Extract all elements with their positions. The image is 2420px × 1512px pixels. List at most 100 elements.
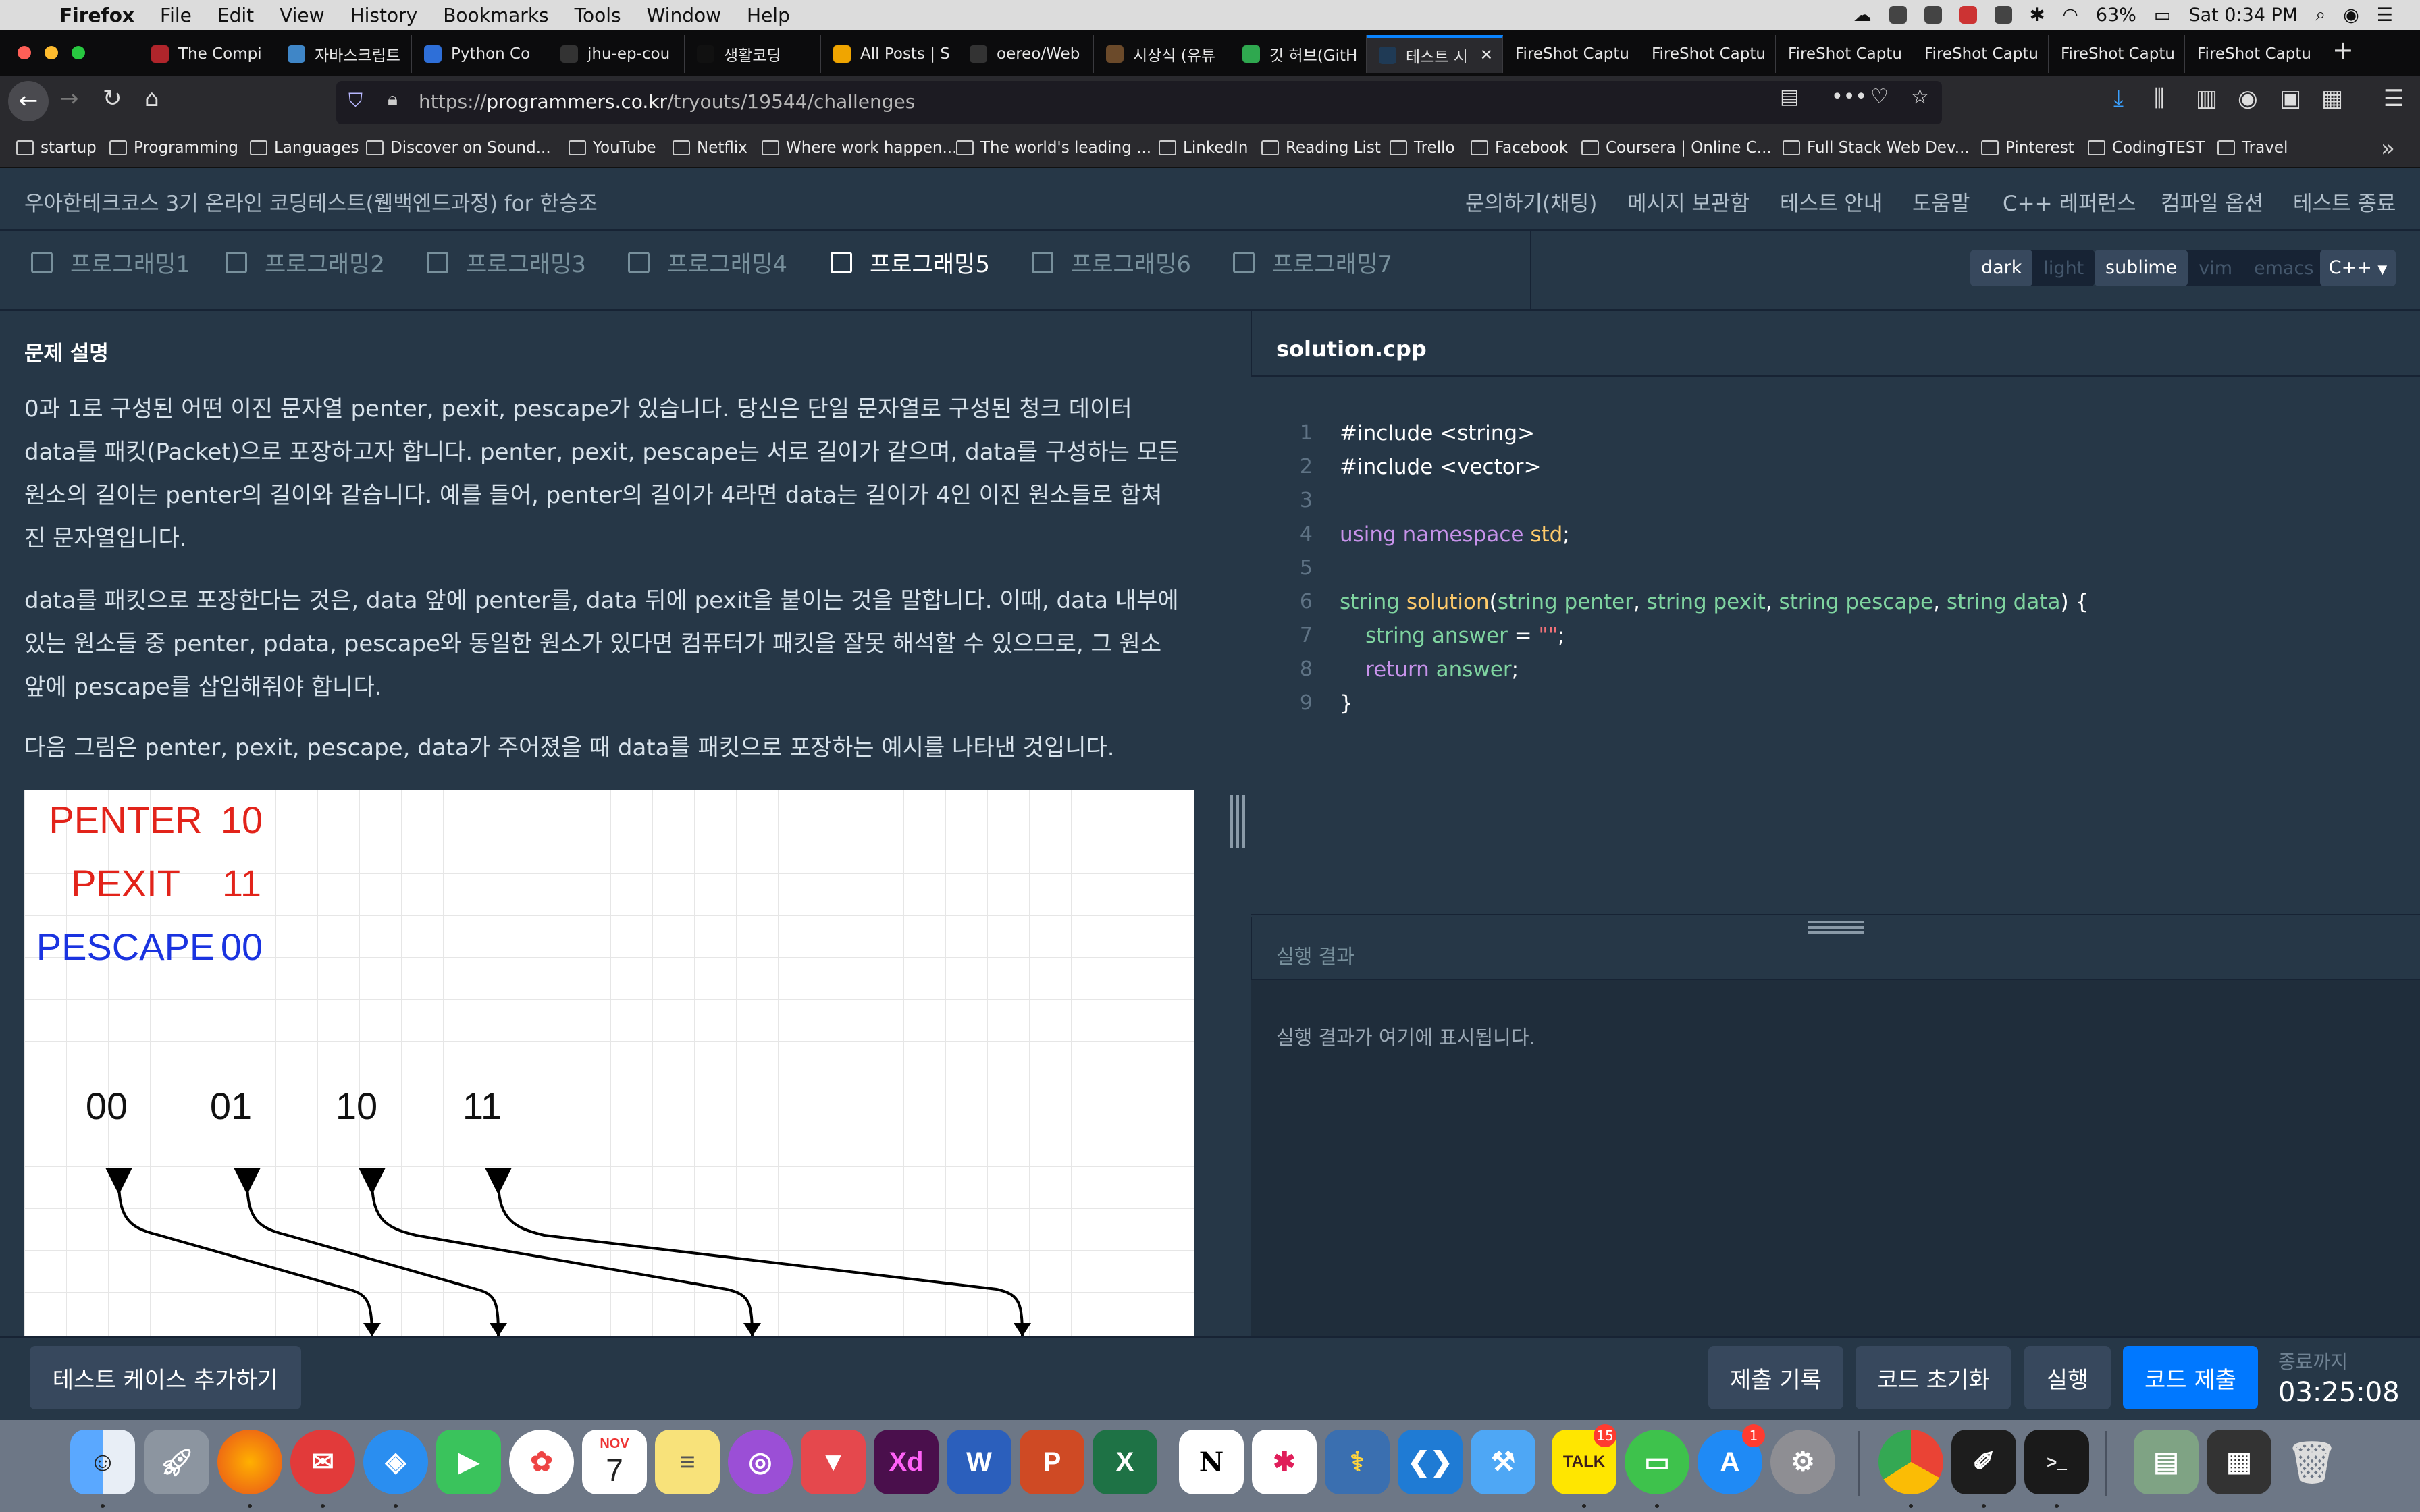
tab-problem-3[interactable]: 프로그래밍3 bbox=[427, 246, 586, 279]
page-actions-icon[interactable]: ••• bbox=[1831, 85, 1867, 109]
window-close-icon[interactable] bbox=[18, 46, 31, 59]
wifi-icon[interactable]: ◠ bbox=[2062, 5, 2078, 26]
header-link-compile-options[interactable]: 컴파일 옵션 bbox=[2161, 186, 2263, 217]
battery-percent[interactable]: 63% bbox=[2096, 5, 2136, 26]
home-button[interactable]: ⌂ bbox=[144, 85, 159, 112]
battery-icon[interactable]: ▭ bbox=[2154, 5, 2172, 26]
forward-button[interactable]: → bbox=[59, 85, 79, 112]
tab-problem-1[interactable]: 프로그래밍1 bbox=[31, 246, 190, 279]
menu-help[interactable]: Help bbox=[747, 4, 790, 26]
submission-history-button[interactable]: 제출 기록 bbox=[1708, 1346, 1843, 1409]
menu-bookmarks[interactable]: Bookmarks bbox=[443, 4, 548, 26]
status-icon[interactable]: ☁ bbox=[1853, 5, 1872, 26]
browser-tab[interactable]: The Compi bbox=[139, 35, 275, 73]
control-center-icon[interactable]: ☰ bbox=[2377, 5, 2393, 26]
bookmark-item[interactable]: LinkedIn bbox=[1159, 139, 1248, 157]
extension-icon[interactable]: ▣ bbox=[2280, 85, 2301, 112]
bookmark-item[interactable]: Discover on Sound... bbox=[366, 139, 551, 157]
vscode-icon[interactable]: ❮❯ bbox=[1398, 1430, 1463, 1494]
terminal-icon[interactable]: >_ bbox=[2024, 1430, 2089, 1494]
recent-stack-icon[interactable]: ▦ bbox=[2207, 1430, 2271, 1494]
browser-tab[interactable]: FireShot Captu bbox=[2185, 35, 2321, 73]
pane-resize-handle[interactable] bbox=[1230, 795, 1245, 848]
browser-tab[interactable]: oereo/Web bbox=[957, 35, 1094, 73]
chrome-icon[interactable] bbox=[1878, 1430, 1943, 1494]
browser-tab[interactable]: 자바스크립트 bbox=[275, 35, 412, 73]
browser-tab[interactable]: 생활코딩 bbox=[685, 35, 821, 73]
reset-code-button[interactable]: 코드 초기화 bbox=[1856, 1346, 2011, 1409]
menu-view[interactable]: View bbox=[280, 4, 324, 26]
bookmarks-overflow-icon[interactable]: » bbox=[2381, 135, 2395, 162]
keymap-vim-option[interactable]: vim bbox=[2188, 258, 2243, 279]
browser-tab-active[interactable]: 테스트 시 ✕ bbox=[1367, 35, 1503, 73]
clock[interactable]: Sat 0:34 PM bbox=[2188, 5, 2298, 26]
trash-icon[interactable]: 🗑︎ bbox=[2280, 1430, 2344, 1494]
bookmark-item[interactable]: Coursera | Online C... bbox=[1581, 139, 1772, 157]
browser-tab[interactable]: FireShot Captu bbox=[1503, 35, 1639, 73]
xcode-icon[interactable]: ⚒ bbox=[1471, 1430, 1535, 1494]
bookmark-item[interactable]: Pinterest bbox=[1981, 139, 2074, 157]
slack-icon[interactable]: ✱ bbox=[1252, 1430, 1317, 1494]
header-link-guide[interactable]: 테스트 안내 bbox=[1780, 186, 1883, 217]
downloads-icon[interactable]: ⤓ bbox=[2113, 85, 2124, 112]
run-button[interactable]: 실행 bbox=[2024, 1346, 2111, 1409]
library-icon[interactable]: ⫼ bbox=[2154, 85, 2165, 112]
url-text[interactable]: https://programmers.co.kr/tryouts/19544/… bbox=[419, 90, 915, 113]
bookmark-item[interactable]: Full Stack Web Dev... bbox=[1783, 139, 1970, 157]
menu-file[interactable]: File bbox=[160, 4, 192, 26]
status-app-icon[interactable] bbox=[1924, 6, 1942, 24]
sidebar-icon[interactable]: ▥ bbox=[2196, 85, 2217, 112]
tab-close-icon[interactable]: ✕ bbox=[1480, 47, 1493, 64]
keymap-emacs-option[interactable]: emacs bbox=[2243, 258, 2324, 279]
browser-tab[interactable]: FireShot Captu bbox=[1912, 35, 2049, 73]
bookmark-item[interactable]: CodingTEST bbox=[2088, 139, 2205, 157]
account-icon[interactable]: ◉ bbox=[2238, 85, 2258, 112]
lock-icon[interactable]: 🔒︎ bbox=[388, 88, 398, 111]
reader-view-icon[interactable]: ▤ bbox=[1780, 85, 1799, 109]
header-link-end-test[interactable]: 테스트 종료 bbox=[2293, 186, 2396, 217]
launchpad-icon[interactable]: 🚀︎ bbox=[144, 1430, 209, 1494]
notes-icon[interactable]: ≡ bbox=[655, 1430, 720, 1494]
header-link-cpp-reference[interactable]: C++ 레퍼런스 bbox=[2003, 186, 2136, 217]
new-tab-icon[interactable]: + bbox=[2332, 35, 2354, 65]
messages-icon[interactable]: ▭ bbox=[1625, 1430, 1689, 1494]
word-icon[interactable]: W bbox=[947, 1430, 1011, 1494]
browser-tab[interactable]: FireShot Captu bbox=[1639, 35, 1776, 73]
add-testcase-button[interactable]: 테스트 케이스 추가하기 bbox=[30, 1346, 301, 1409]
menu-edit[interactable]: Edit bbox=[217, 4, 254, 26]
bookmark-item[interactable]: Netflix bbox=[673, 139, 747, 157]
bookmark-item[interactable]: The world's leading ... bbox=[956, 139, 1151, 157]
pocket-icon[interactable]: ♡ bbox=[1870, 85, 1889, 109]
theme-dark-option[interactable]: dark bbox=[1970, 250, 2033, 286]
tab-problem-6[interactable]: 프로그래밍6 bbox=[1032, 246, 1191, 279]
theme-light-option[interactable]: light bbox=[2032, 258, 2095, 279]
browser-tab[interactable]: FireShot Captu bbox=[1776, 35, 1912, 73]
keymap-sublime-option[interactable]: sublime bbox=[2095, 250, 2188, 286]
result-resize-handle[interactable] bbox=[1808, 921, 1864, 934]
menu-tools[interactable]: Tools bbox=[575, 4, 621, 26]
mail-icon[interactable]: ✉ bbox=[290, 1430, 355, 1494]
bookmark-item[interactable]: Travel bbox=[2217, 139, 2288, 157]
browser-tab[interactable]: All Posts | S bbox=[821, 35, 957, 73]
bookmark-item[interactable]: Where work happen... bbox=[762, 139, 957, 157]
back-button[interactable]: ← bbox=[8, 81, 49, 122]
bookmark-app-icon[interactable]: ▼ bbox=[801, 1430, 866, 1494]
tab-problem-5[interactable]: 프로그래밍5 bbox=[831, 246, 990, 279]
podcasts-icon[interactable]: ◎ bbox=[728, 1430, 793, 1494]
tab-problem-2[interactable]: 프로그래밍2 bbox=[226, 246, 385, 279]
browser-tab[interactable]: Python Co bbox=[412, 35, 548, 73]
menu-hamburger-icon[interactable]: ☰ bbox=[2384, 85, 2404, 112]
browser-tab[interactable]: 깃 허브(GitH bbox=[1230, 35, 1367, 73]
python-icon[interactable]: ⚕ bbox=[1325, 1430, 1390, 1494]
firefox-icon[interactable] bbox=[217, 1430, 282, 1494]
window-minimize-icon[interactable] bbox=[45, 46, 58, 59]
bookmark-item[interactable]: Reading List bbox=[1261, 139, 1381, 157]
bookmark-item[interactable]: startup bbox=[16, 139, 97, 157]
adobe-xd-icon[interactable]: Xd bbox=[874, 1430, 939, 1494]
powerpoint-icon[interactable]: P bbox=[1020, 1430, 1084, 1494]
bookmark-item[interactable]: YouTube bbox=[569, 139, 656, 157]
bookmark-item[interactable]: Trello bbox=[1390, 139, 1455, 157]
header-link-chat[interactable]: 문의하기(채팅) bbox=[1465, 186, 1597, 217]
finder-icon[interactable]: ☺ bbox=[70, 1430, 135, 1494]
facetime-icon[interactable]: ▶ bbox=[436, 1430, 501, 1494]
